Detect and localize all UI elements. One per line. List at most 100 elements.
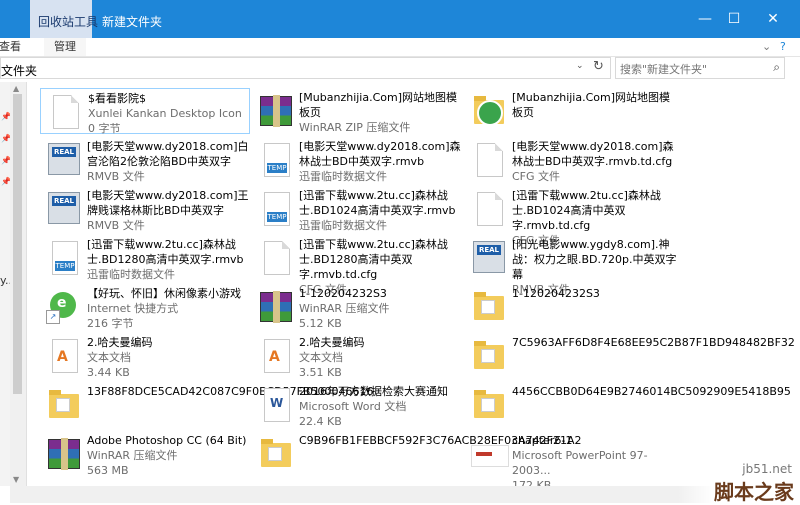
help-icon[interactable]: ?	[780, 38, 786, 56]
file-item[interactable]: REAL [阳光电影www.ygdy8.com].神战：权力之眼.BD.720p.…	[465, 235, 676, 296]
file-name: [电影天堂www.dy2018.com]白宫沦陷2伦敦沦陷BD中英双字	[87, 140, 249, 168]
file-item[interactable]: TEMP [迅雷下载www.2tu.cc]森林战士.BD1024高清中英双字.rm…	[252, 186, 462, 232]
title-bar: 回收站工具 新建文件夹 — ☐ ✕	[0, 0, 800, 38]
folder-icon-part	[474, 292, 504, 320]
folder-ie-icon-part	[477, 100, 503, 126]
temp-file-icon-part: TEMP	[264, 143, 290, 177]
maximize-button[interactable]: ☐	[715, 0, 753, 38]
temp-file-icon: TEMP	[258, 141, 294, 179]
realplayer-icon-part: REAL	[52, 147, 76, 157]
folder-icon	[471, 337, 507, 375]
file-text: [迅雷下载www.2tu.cc]森林战士.BD1280高清中英双字.rmvb 迅雷…	[87, 237, 252, 282]
text-doc-icon-part: A	[264, 339, 290, 373]
tab-view[interactable]: 查看	[0, 38, 21, 56]
refresh-icon[interactable]: ↻	[593, 59, 604, 74]
temp-file-icon: TEMP	[258, 190, 294, 228]
blank-page-icon	[471, 141, 507, 179]
file-item[interactable]: TEMP [迅雷下载www.2tu.cc]森林战士.BD1280高清中英双字.rm…	[40, 235, 250, 281]
file-item[interactable]: TEMP [电影天堂www.dy2018.com]森林战士BD中英双字.rmvb 迅…	[252, 137, 462, 183]
realplayer-icon: REAL	[471, 239, 507, 277]
file-item[interactable]: 4456CCBB0D64E9B2746014BC5092909E5418B95	[465, 382, 791, 428]
file-type: 文本文档	[299, 351, 343, 364]
search-icon[interactable]: ⌕	[773, 60, 780, 75]
file-item[interactable]: [Mubanzhijia.Com]网站地图模板页 WinRAR ZIP 压缩文件	[252, 88, 462, 134]
ie-shortcut-icon: e	[46, 288, 82, 326]
file-item[interactable]: W 2016年万方数据检索大赛通知 Microsoft Word 文档 22.4 KB	[252, 382, 462, 428]
file-name: 1-120204232S3	[299, 287, 387, 300]
file-list: $看看影院$ Xunlei Kankan Desktop Icon 0 字节 [Mub…	[28, 82, 800, 492]
file-name: [迅雷下载www.2tu.cc]森林战士.BD1024高清中英双字.rmvb.t…	[512, 189, 661, 232]
realplayer-icon: REAL	[46, 141, 82, 179]
file-name: 7C5963AFF6D8F4E68EE95C2B87F1BD948482BF32	[512, 336, 795, 349]
address-path[interactable]: 文件夹	[1, 62, 37, 79]
text-doc-icon-part: A	[52, 339, 78, 373]
close-button[interactable]: ✕	[754, 0, 792, 38]
file-type: 迅雷临时数据文件	[299, 219, 387, 232]
file-type: RMVB 文件	[87, 170, 145, 183]
file-type: Microsoft PowerPoint 97-2003...	[512, 449, 648, 477]
file-item[interactable]: 1-120204232S3	[465, 284, 675, 330]
blank-page-icon-part	[477, 143, 503, 177]
file-size: 216 字节	[87, 317, 134, 330]
realplayer-icon: REAL	[46, 190, 82, 228]
file-text: 7C5963AFF6D8F4E68EE95C2B87F1BD948482BF32	[512, 335, 795, 350]
temp-file-icon-part: TEMP	[267, 163, 287, 173]
scroll-down-icon[interactable]: ▼	[13, 475, 19, 484]
file-name: [迅雷下载www.2tu.cc]森林战士.BD1024高清中英双字.rmvb	[299, 189, 456, 217]
text-doc-icon: A	[258, 337, 294, 375]
file-text: 13F88F8DCE5CAD42C087C9F0BCD57FB500046616	[87, 384, 373, 399]
watermark-site: jb51.net	[742, 462, 792, 476]
file-item[interactable]: e 【好玩、怀旧】休闲像素小游戏 Internet 快捷方式 216 字节	[40, 284, 250, 330]
scrollbar-thumb[interactable]	[13, 94, 22, 394]
file-size: 5.12 KB	[299, 317, 342, 330]
file-item[interactable]: [迅雷下载www.2tu.cc]森林战士.BD1280高清中英双字.rmvb.t…	[252, 235, 462, 296]
file-name: [Mubanzhijia.Com]网站地图模板页	[512, 91, 671, 119]
file-type: CFG 文件	[512, 170, 561, 183]
file-item[interactable]: [Mubanzhijia.Com]网站地图模板页	[465, 88, 675, 134]
file-item[interactable]: REAL [电影天堂www.dy2018.com]白宫沦陷2伦敦沦陷BD中英双字 R…	[40, 137, 250, 183]
file-name: 2.哈夫曼编码	[299, 336, 365, 349]
search-input[interactable]	[618, 59, 770, 79]
blank-page-icon-part	[477, 192, 503, 226]
realplayer-icon-part: REAL	[473, 241, 505, 273]
file-item[interactable]: C9B96FB1FEBBCF592F3C76ACB28EF03A742F21A2	[252, 431, 581, 477]
file-item[interactable]: A 2.哈夫曼编码 文本文档 3.51 KB	[252, 333, 462, 379]
file-item[interactable]: $看看影院$ Xunlei Kankan Desktop Icon 0 字节	[40, 88, 253, 136]
folder-ie-icon	[471, 92, 507, 130]
powerpoint-icon-part	[471, 445, 509, 467]
winrar-icon	[258, 288, 294, 326]
file-name: [Mubanzhijia.Com]网站地图模板页	[299, 91, 458, 119]
file-size: 3.51 KB	[299, 366, 342, 379]
file-text: [迅雷下载www.2tu.cc]森林战士.BD1024高清中英双字.rmvb 迅雷…	[299, 188, 464, 233]
blank-page-icon	[47, 93, 83, 131]
ribbon-tab-bar: 查看 管理 ⌄ ?	[0, 38, 800, 57]
file-text: 2016年万方数据检索大赛通知 Microsoft Word 文档 22.4 KB	[299, 384, 464, 429]
scroll-up-icon[interactable]: ▲	[13, 84, 19, 93]
ribbon-collapse-icon[interactable]: ⌄	[762, 38, 771, 56]
contextual-tab-label[interactable]: 回收站工具	[38, 13, 98, 30]
search-box[interactable]: ⌕	[615, 57, 785, 79]
file-item[interactable]: 1-120204232S3 WinRAR 压缩文件 5.12 KB	[252, 284, 462, 330]
file-item[interactable]: REAL [电影天堂www.dy2018.com]王牌贱谍格林斯比BD中英双字 RM…	[40, 186, 250, 232]
address-dropdown-icon[interactable]: ⌄	[576, 61, 584, 71]
ie-shortcut-icon-part: e	[46, 292, 76, 324]
word-doc-icon-part: W	[264, 388, 290, 422]
file-item[interactable]: chapter6-1 Microsoft PowerPoint 97-2003..…	[465, 431, 675, 492]
window-title: 新建文件夹	[102, 15, 163, 29]
realplayer-icon-part: REAL	[52, 196, 76, 206]
file-item[interactable]: Adobe Photoshop CC (64 Bit) WinRAR 压缩文件 56…	[40, 431, 250, 477]
file-item[interactable]: [电影天堂www.dy2018.com]森林战士BD中英双字.rmvb.td.c…	[465, 137, 675, 183]
file-item[interactable]: [迅雷下载www.2tu.cc]森林战士.BD1024高清中英双字.rmvb.t…	[465, 186, 675, 247]
vertical-scrollbar[interactable]: ▲ ▼	[10, 82, 27, 486]
tab-manage[interactable]: 管理	[44, 38, 86, 56]
file-size: 0 字节	[88, 122, 121, 135]
file-item[interactable]: 7C5963AFF6D8F4E68EE95C2B87F1BD948482BF32	[465, 333, 795, 379]
file-text: $看看影院$ Xunlei Kankan Desktop Icon 0 字节	[88, 91, 253, 136]
watermark-brand: 脚本之家	[714, 480, 794, 504]
file-item[interactable]: 13F88F8DCE5CAD42C087C9F0BCD57FB500046616	[40, 382, 373, 428]
temp-file-icon-part: TEMP	[264, 192, 290, 226]
file-item[interactable]: A 2.哈夫曼编码 文本文档 3.44 KB	[40, 333, 250, 379]
address-bar[interactable]: 文件夹 ⌄ ↻	[0, 57, 611, 79]
winrar-icon	[46, 435, 82, 473]
file-text: Adobe Photoshop CC (64 Bit) WinRAR 压缩文件 56…	[87, 433, 252, 478]
